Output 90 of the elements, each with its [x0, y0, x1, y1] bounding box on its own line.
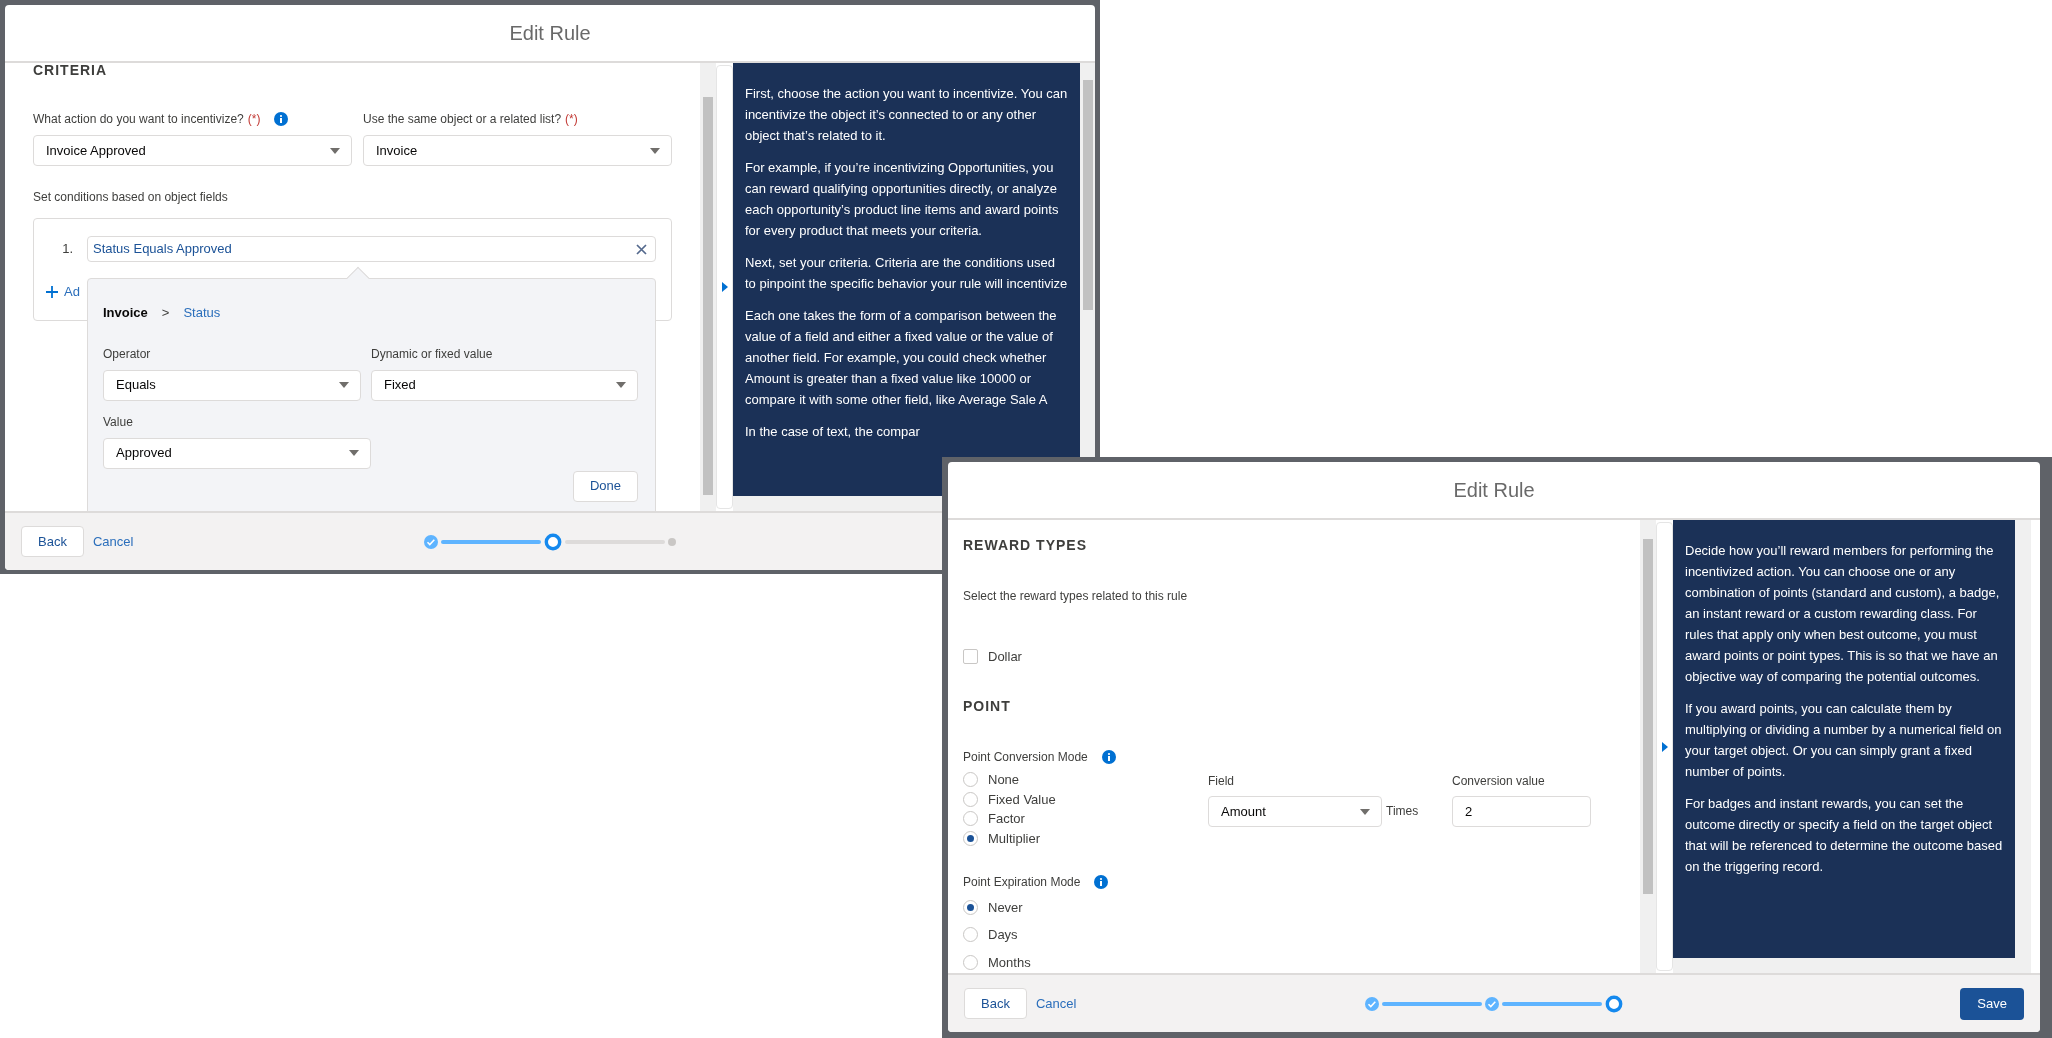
info-icon[interactable]	[274, 112, 289, 126]
add-condition-link[interactable]: Ad	[64, 282, 80, 302]
dot-icon	[668, 537, 676, 546]
radio-button[interactable]	[963, 830, 978, 846]
help-text: Next, set your criteria. Criteria are the conditions used to pinpoint the specific behavior your rule will incentivize	[745, 254, 1068, 293]
radio-label: Never	[988, 899, 1023, 915]
radio-button[interactable]	[963, 954, 978, 970]
caret-icon	[329, 146, 341, 155]
field-label: Dynamic or fixed value	[371, 345, 493, 363]
condition-field[interactable]: Status Equals Approved	[87, 236, 656, 262]
modal-title: Edit Rule	[509, 21, 591, 46]
scrollbar[interactable]	[2015, 520, 2031, 973]
cancel-link[interactable]: Cancel	[1035, 993, 1077, 1014]
radio-button[interactable]	[963, 791, 978, 807]
radio-label: Days	[988, 927, 1018, 942]
field-label: Field	[1208, 773, 1234, 790]
scrollbar[interactable]	[1640, 520, 1656, 973]
info-icon[interactable]	[1094, 874, 1109, 889]
panel-toggle[interactable]	[716, 65, 733, 509]
expand-arrow-icon[interactable]	[1661, 741, 1668, 752]
field-label: Set conditions based on object fields	[33, 189, 229, 206]
ring-icon	[1605, 994, 1623, 1013]
help-text: If you award points, you can calculate them by multiplying or dividing a number by a numerical field on your target object. Or you can simply grant a fixed number of points.	[1685, 700, 2003, 781]
radio-button[interactable]	[963, 811, 978, 826]
expand-arrow-icon[interactable]	[721, 282, 728, 292]
dropdown[interactable]: Amount	[1208, 796, 1382, 827]
check-circle-icon	[424, 534, 438, 549]
scrollbar[interactable]	[1673, 958, 2015, 973]
check-circle-icon	[1365, 996, 1379, 1011]
help-text: For example, if you’re incentivizing Opportunities, you can reward qualifying opportunities directly, or analyze each opportunity’s product line items and award points for every product that meets your criteria.	[745, 159, 1060, 240]
scrollbar[interactable]	[700, 63, 716, 511]
checkbox[interactable]	[963, 649, 978, 664]
caret-icon	[348, 449, 360, 457]
caret-icon	[338, 381, 350, 389]
radio-button[interactable]	[963, 899, 978, 915]
section-title: POINT	[963, 697, 1012, 716]
breadcrumb-separator: >	[161, 304, 170, 322]
input-field[interactable]: 2	[1452, 796, 1591, 827]
scrollbar-thumb[interactable]	[1643, 539, 1653, 894]
scrollbar-thumb[interactable]	[1083, 80, 1093, 310]
section-title: REWARD TYPES	[963, 536, 1088, 555]
done-button[interactable]: Done	[572, 470, 638, 502]
close-icon[interactable]	[636, 243, 647, 255]
caret-icon	[615, 381, 627, 389]
cancel-link[interactable]: Cancel	[92, 531, 134, 552]
field-label: Value	[103, 413, 133, 431]
help-text: Decide how you’ll reward members for performing the incentivized action. You can choose one or any combination of points (standard and custom), a badge, an instant reward or a custom rewarding class. For rules that apply only when best outcome, you must award points or point types. This is so that we have an objective way of comparing the potential outcomes.	[1685, 542, 2001, 686]
required-mark: (*)	[565, 111, 578, 128]
caret-icon	[649, 146, 661, 155]
help-text: Each one takes the form of a comparison between the value of a field and either a fixed value or the value of another field. For example, you could check whether Amount is greater than a fixed value like 10000 or compare it with some other field, like Average Sale A	[745, 307, 1058, 409]
section-title: CRITERIA	[33, 63, 109, 80]
dropdown[interactable]: Fixed	[371, 369, 638, 401]
required-mark: (*)	[247, 111, 261, 128]
help-text: In the case of text, the compar	[745, 423, 921, 441]
back-button[interactable]: Back	[21, 526, 84, 557]
dropdown[interactable]: Approved	[103, 437, 371, 469]
ring-icon	[544, 532, 562, 551]
plus-icon[interactable]	[46, 285, 58, 298]
back-button[interactable]: Back	[964, 988, 1027, 1019]
dropdown[interactable]: Invoice Approved	[33, 135, 352, 166]
radio-label: Multiplier	[988, 830, 1040, 846]
dropdown[interactable]: Invoice	[363, 135, 672, 166]
checkbox-label: Dollar	[988, 649, 1022, 664]
field-label: Point Conversion Mode	[963, 749, 1088, 766]
caret-icon	[1359, 807, 1371, 816]
info-icon[interactable]	[1101, 750, 1116, 764]
radio-label: Factor	[988, 811, 1025, 826]
times-label: Times	[1385, 803, 1420, 820]
radio-label: Months	[988, 954, 1031, 970]
check-circle-icon	[1485, 996, 1499, 1011]
save-button[interactable]: Save	[1960, 987, 2024, 1020]
breadcrumb-item: Invoice	[103, 304, 148, 322]
help-text: First, choose the action you want to incentivize. You can incentivize the object it’s connected to or any other object that’s related to it.	[745, 85, 1068, 145]
modal-title: Edit Rule	[1453, 478, 1535, 503]
hint-text: Select the reward types related to this rule	[963, 588, 1189, 605]
row-number: 1.	[61, 240, 74, 259]
field-label: Point Expiration Mode	[963, 873, 1081, 891]
field-label: What action do you want to incentivize?	[33, 111, 244, 128]
breadcrumb-link[interactable]: Status	[183, 303, 221, 323]
radio-button[interactable]	[963, 772, 978, 787]
radio-button[interactable]	[963, 927, 978, 942]
radio-label: Fixed Value	[988, 791, 1056, 807]
field-label: Operator	[103, 345, 151, 363]
panel-toggle[interactable]	[1656, 522, 1673, 971]
radio-label: None	[988, 772, 1020, 787]
dropdown[interactable]: Equals	[103, 369, 361, 401]
field-label: Use the same object or a related list?	[363, 111, 562, 128]
field-label: Conversion value	[1452, 773, 1545, 790]
scrollbar-thumb[interactable]	[703, 97, 713, 495]
help-text: For badges and instant rewards, you can set the outcome directly or specify a field on the target object that will be referenced to determine the outcome based on the triggering record.	[1685, 795, 2003, 876]
